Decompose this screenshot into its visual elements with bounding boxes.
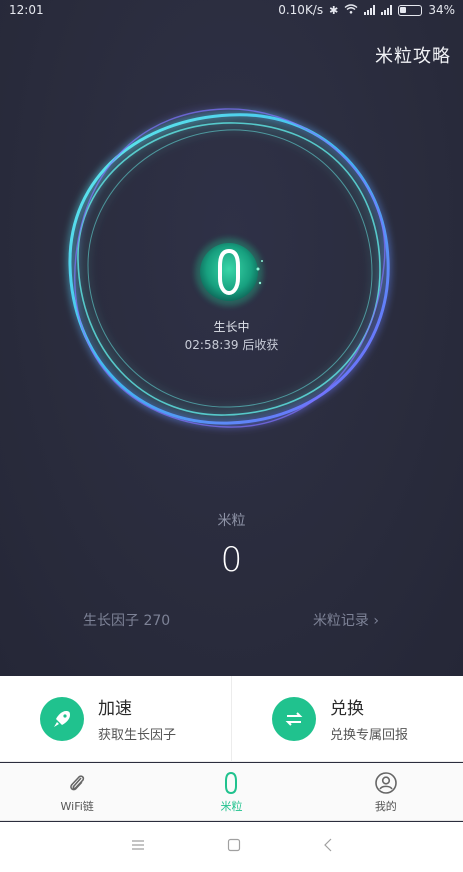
exchange-icon xyxy=(272,696,316,741)
mili-count: 0 xyxy=(220,540,243,580)
growth-factor: 生长因子 270 xyxy=(83,613,171,629)
accelerate-subtitle: 获取生长因子 xyxy=(98,728,177,743)
system-nav-bar xyxy=(0,822,463,872)
tab-wifi-label: WiFi链 xyxy=(60,799,94,813)
bottom-tab-bar: WiFi链 米粒 我的 xyxy=(0,763,463,821)
grain-icon xyxy=(224,770,238,796)
signal-icon xyxy=(364,5,376,15)
tab-mine-label: 我的 xyxy=(374,799,397,813)
signal-icon-2 xyxy=(381,5,393,15)
action-bar: 加速 获取生长因子 兑换 兑换专属回报 xyxy=(0,676,463,762)
growth-state: 生长中 xyxy=(213,320,250,334)
exchange-title: 兑换 xyxy=(330,699,364,719)
net-speed: 0.10K/s xyxy=(278,3,324,17)
chevron-right-icon: › xyxy=(373,613,379,629)
exchange-subtitle: 兑换专属回报 xyxy=(330,728,409,743)
tab-mine[interactable]: 我的 xyxy=(309,763,463,820)
back-icon[interactable] xyxy=(323,838,333,856)
home-icon[interactable] xyxy=(227,838,241,856)
guide-link[interactable]: 米粒攻略 xyxy=(375,42,451,68)
bluetooth-icon: ✱ xyxy=(329,3,339,17)
rocket-icon xyxy=(40,696,84,741)
mili-record-label: 米粒记录 xyxy=(312,613,369,629)
menu-icon[interactable] xyxy=(131,839,145,855)
status-time: 12:01 xyxy=(9,3,44,17)
battery-icon xyxy=(398,4,423,16)
accelerate-button[interactable]: 加速 获取生长因子 xyxy=(0,676,231,761)
mili-label: 米粒 xyxy=(217,513,246,529)
mili-record-link[interactable]: 米粒记录 › xyxy=(313,610,379,630)
grain-seed-icon[interactable] xyxy=(190,233,268,311)
paperclip-icon xyxy=(67,770,87,796)
battery-level: 34% xyxy=(428,3,455,17)
status-bar: 12:01 0.10K/s ✱ 34% xyxy=(0,0,463,20)
tab-mili[interactable]: 米粒 xyxy=(154,763,308,820)
wifi-icon xyxy=(344,3,358,17)
accelerate-title: 加速 xyxy=(98,699,132,719)
user-icon xyxy=(374,770,398,796)
tab-wifi[interactable]: WiFi链 xyxy=(0,763,154,820)
exchange-button[interactable]: 兑换 兑换专属回报 xyxy=(231,676,463,761)
harvest-countdown: 02:58:39 后收获 xyxy=(184,338,279,352)
tab-mili-label: 米粒 xyxy=(220,799,243,813)
